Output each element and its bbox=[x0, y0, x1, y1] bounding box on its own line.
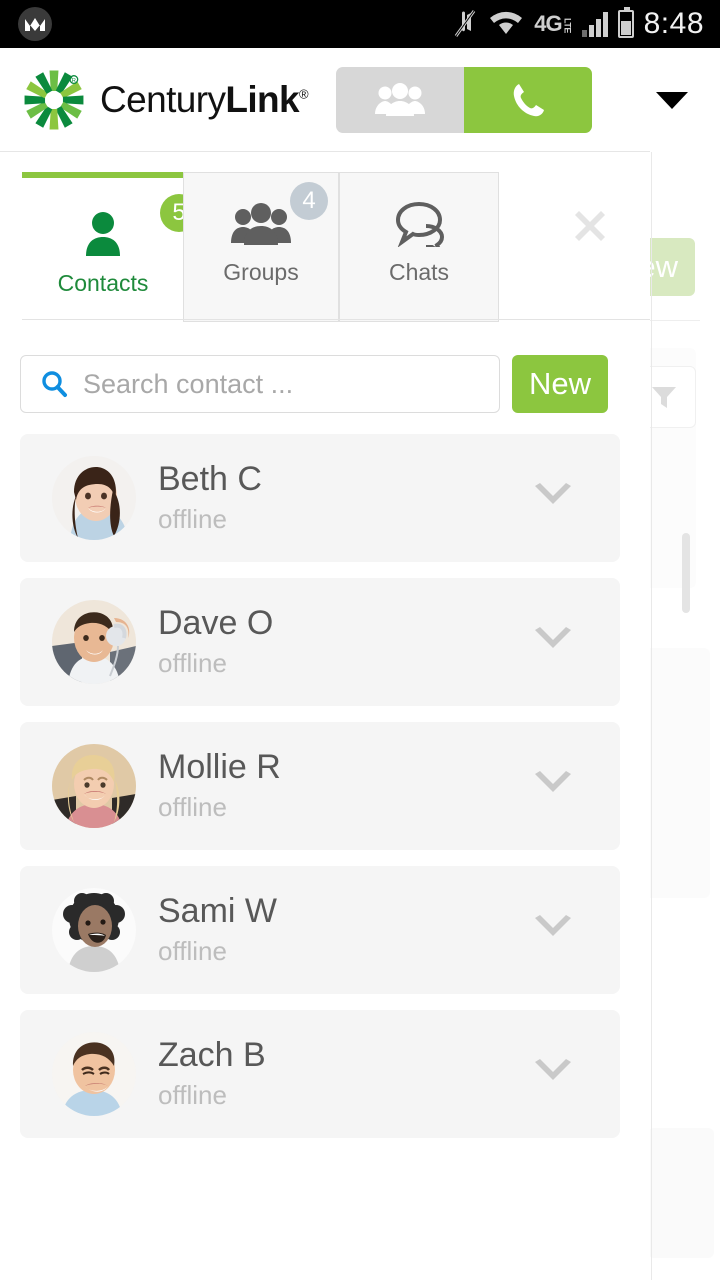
contact-text: Beth C offline bbox=[158, 459, 262, 535]
app-header: R CenturyLink® bbox=[0, 48, 720, 152]
4glte-icon: 4G LTE bbox=[534, 11, 573, 36]
tab-bar-underline bbox=[22, 319, 650, 320]
search-input-wrapper[interactable] bbox=[20, 355, 500, 413]
tab-contacts-label: Contacts bbox=[57, 270, 149, 296]
contact-text: Mollie R offline bbox=[158, 747, 281, 823]
contact-text: Dave O offline bbox=[158, 603, 274, 679]
search-icon bbox=[42, 371, 67, 397]
svg-text:R: R bbox=[72, 78, 76, 84]
contact-status: offline bbox=[158, 648, 227, 679]
background-vertical-divider bbox=[651, 148, 652, 1280]
centurylink-pinwheel-logo-icon: R bbox=[22, 68, 86, 132]
battery-icon bbox=[617, 7, 634, 38]
phone-handset-icon bbox=[513, 84, 545, 117]
contact-status: offline bbox=[158, 1080, 227, 1111]
chevron-down-icon[interactable] bbox=[532, 1058, 574, 1090]
network-suffix-label: LTE bbox=[562, 18, 573, 33]
avatar bbox=[52, 600, 136, 684]
contact-text: Zach B offline bbox=[158, 1035, 266, 1111]
android-status-bar: 4G LTE 8:48 bbox=[0, 0, 720, 48]
brand-lockup: R CenturyLink® bbox=[22, 68, 309, 132]
chevron-down-icon[interactable] bbox=[532, 914, 574, 946]
tab-chats[interactable]: Chats bbox=[339, 172, 499, 322]
background-panel-tertiary bbox=[648, 1128, 714, 1258]
avatar bbox=[52, 744, 136, 828]
contact-name: Mollie R bbox=[158, 747, 281, 786]
tab-contacts[interactable]: 5 Contacts bbox=[22, 172, 198, 330]
contact-text: Sami W offline bbox=[158, 891, 277, 967]
brand-name-light: Century bbox=[100, 79, 226, 120]
avatar bbox=[52, 456, 136, 540]
status-icons: 4G LTE 8:48 bbox=[452, 7, 720, 41]
contact-name: Dave O bbox=[158, 603, 274, 642]
toggle-call-button[interactable] bbox=[464, 67, 593, 133]
brand-registered-mark: ® bbox=[299, 86, 309, 102]
contact-row[interactable]: Sami W offline bbox=[20, 866, 620, 994]
tab-groups-badge: 4 bbox=[290, 182, 328, 220]
brand-wordmark: CenturyLink® bbox=[100, 79, 309, 121]
header-caret-down-icon[interactable] bbox=[656, 91, 688, 109]
motorola-logo-icon bbox=[18, 7, 52, 41]
contact-name: Sami W bbox=[158, 891, 277, 930]
contact-status: offline bbox=[158, 792, 227, 823]
contacts-overlay-panel: 5 Contacts 4 Groups Chats Search contact… bbox=[0, 152, 650, 1280]
avatar bbox=[52, 1032, 136, 1116]
people-icon bbox=[375, 83, 426, 116]
chevron-down-icon[interactable] bbox=[532, 626, 574, 658]
brand-name-bold: Link bbox=[225, 79, 300, 120]
chat-bubbles-icon bbox=[391, 199, 447, 247]
contact-row[interactable]: Beth C offline bbox=[20, 434, 620, 562]
search-row: New bbox=[0, 355, 650, 423]
contact-row[interactable]: Mollie R offline bbox=[20, 722, 620, 850]
contact-status: offline bbox=[158, 936, 227, 967]
signal-bars-icon bbox=[581, 11, 608, 37]
funnel-filter-icon bbox=[652, 387, 676, 408]
person-icon bbox=[81, 210, 125, 258]
tab-bar: 5 Contacts 4 Groups Chats bbox=[0, 172, 650, 330]
wifi-icon bbox=[490, 11, 523, 34]
contacts-list: Beth C offline Dave O offline Mollie R o… bbox=[0, 434, 650, 1154]
contact-row[interactable]: Zach B offline bbox=[20, 1010, 620, 1138]
tab-chats-label: Chats bbox=[388, 259, 450, 285]
chevron-down-icon[interactable] bbox=[532, 482, 574, 514]
avatar bbox=[52, 888, 136, 972]
contact-status: offline bbox=[158, 504, 227, 535]
status-clock: 8:48 bbox=[643, 7, 704, 40]
network-type-label: 4G bbox=[534, 11, 562, 36]
toggle-contacts-button[interactable] bbox=[336, 67, 465, 133]
background-scrollbar bbox=[682, 533, 690, 613]
tab-groups[interactable]: 4 Groups bbox=[183, 172, 339, 322]
contact-name: Beth C bbox=[158, 459, 262, 498]
close-x-icon[interactable] bbox=[568, 204, 612, 248]
tab-groups-label: Groups bbox=[223, 259, 299, 285]
people-group-icon bbox=[230, 199, 292, 247]
contact-row[interactable]: Dave O offline bbox=[20, 578, 620, 706]
chevron-down-icon[interactable] bbox=[532, 770, 574, 802]
vibrate-mute-icon bbox=[455, 10, 476, 37]
phone-screen: 4G LTE 8:48 New bbox=[0, 0, 720, 1280]
new-contact-button[interactable]: New bbox=[512, 355, 608, 413]
mode-toggle[interactable] bbox=[336, 67, 593, 133]
contact-name: Zach B bbox=[158, 1035, 266, 1074]
search-input[interactable] bbox=[83, 368, 483, 400]
